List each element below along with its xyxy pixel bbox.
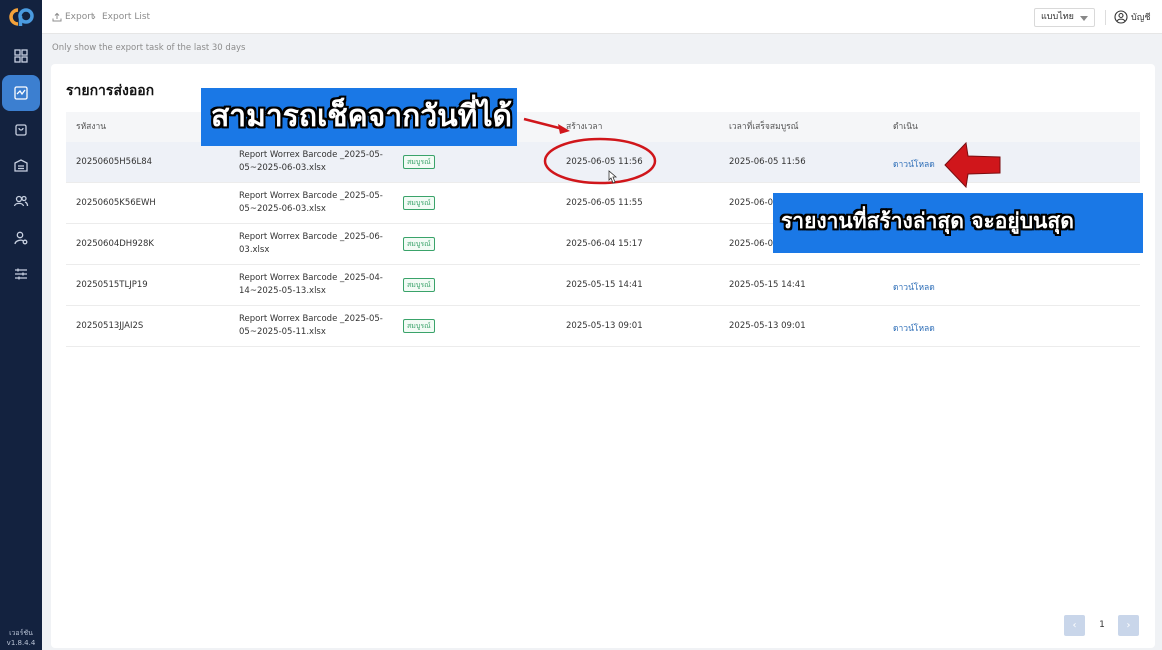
nav-warehouse[interactable]: [2, 147, 40, 183]
users-icon: [13, 195, 29, 207]
download-link[interactable]: ดาวน์โหลด: [893, 280, 935, 294]
column-action: ดำเนิน: [893, 122, 918, 132]
nav-export[interactable]: [2, 75, 40, 111]
download-link[interactable]: ดาวน์โหลด: [893, 321, 935, 335]
account-label: บัญชี: [1131, 13, 1151, 23]
top-header: Export › Export List แบบไทย บัญชี: [42, 0, 1162, 34]
task-id: 20250515TLJP19: [76, 280, 148, 290]
breadcrumb-export-list[interactable]: Export List: [102, 0, 150, 34]
status-badge: สมบูรณ์: [403, 278, 435, 292]
version-number: v1.8.4.4: [6, 639, 36, 647]
task-id: 20250513JJAI2S: [76, 321, 144, 331]
nav-customers[interactable]: [2, 183, 40, 219]
chevron-right-icon: ›: [92, 11, 96, 23]
created-time: 2025-05-13 09:01: [566, 321, 643, 331]
export-icon: [52, 12, 62, 22]
status-badge: สมบูรณ์: [403, 237, 435, 251]
bag-icon: [15, 124, 27, 136]
header-divider: [1105, 10, 1106, 25]
file-name: Report Worrex Barcode _2025-05-05~2025-0…: [239, 314, 383, 337]
file-name: Report Worrex Barcode _2025-06-03.xlsx: [239, 232, 383, 255]
nav-dashboard[interactable]: [2, 38, 40, 74]
user-circle-icon: [1114, 10, 1128, 24]
created-time: 2025-06-04 15:17: [566, 239, 643, 249]
pagination-current-page[interactable]: 1: [1095, 615, 1109, 636]
export-list-card: รายการส่งออก รหัสงาน สร้างเวลา เวลาที่เส…: [51, 64, 1155, 648]
dashboard-icon: [14, 49, 28, 63]
export-note: Only show the export task of the last 30…: [52, 43, 246, 53]
task-id: 20250605K56EWH: [76, 198, 156, 208]
completed-time: 2025-06-05 11:56: [729, 157, 806, 167]
table-row: 20250513JJAI2S Report Worrex Barcode _20…: [66, 306, 1140, 347]
column-created-time: สร้างเวลา: [566, 122, 603, 132]
file-name: Report Worrex Barcode _2025-05-05~2025-0…: [239, 191, 383, 214]
breadcrumb-export[interactable]: Export: [52, 0, 94, 34]
created-time: 2025-06-05 11:55: [566, 198, 643, 208]
status-badge: สมบูรณ์: [403, 319, 435, 333]
task-id: 20250605H56L84: [76, 157, 153, 167]
pagination-next-button[interactable]: ›: [1118, 615, 1139, 636]
table-row: 20250515TLJP19 Report Worrex Barcode _20…: [66, 265, 1140, 306]
account-menu[interactable]: บัญชี: [1114, 0, 1151, 34]
completed-time: 2025-06-05: [729, 198, 779, 208]
pagination-prev-button[interactable]: ‹: [1064, 615, 1085, 636]
nav-orders[interactable]: [2, 111, 40, 147]
annotation-callout-date: สามารถเช็คจากวันที่ได้: [201, 88, 517, 146]
completed-time: 2025-06-04: [729, 239, 779, 249]
app-logo[interactable]: [6, 6, 36, 28]
annotation-callout-latest-on-top: รายงานที่สร้างล่าสุด จะอยู่บนสุด: [773, 193, 1143, 253]
nav-settings[interactable]: [2, 256, 40, 292]
file-name: Report Worrex Barcode _2025-05-05~2025-0…: [239, 150, 383, 173]
version-label: เวอร์ชัน: [9, 629, 33, 637]
completed-time: 2025-05-13 09:01: [729, 321, 806, 331]
version-info: เวอร์ชัน v1.8.4.4: [0, 628, 42, 648]
status-badge: สมบูรณ์: [403, 196, 435, 210]
sliders-icon: [15, 268, 27, 280]
warehouse-icon: [14, 159, 28, 172]
language-value: แบบไทย: [1041, 12, 1074, 22]
user-settings-icon: [14, 231, 28, 245]
table-row: 20250605H56L84 Report Worrex Barcode _20…: [66, 142, 1140, 183]
caret-down-icon: [1080, 16, 1088, 21]
export-icon: [14, 86, 28, 100]
column-completed-time: เวลาที่เสร็จสมบูรณ์: [729, 122, 799, 132]
breadcrumb-export-label: Export: [65, 12, 95, 22]
sidebar: เวอร์ชัน v1.8.4.4: [0, 0, 42, 650]
created-time: 2025-06-05 11:56: [566, 157, 643, 167]
download-link[interactable]: ดาวน์โหลด: [893, 157, 935, 171]
language-select[interactable]: แบบไทย: [1034, 8, 1095, 27]
nav-accounts[interactable]: [2, 220, 40, 256]
task-id: 20250604DH928K: [76, 239, 154, 249]
page-title: รายการส่งออก: [66, 83, 155, 99]
column-task-id: รหัสงาน: [76, 122, 107, 132]
status-badge: สมบูรณ์: [403, 155, 435, 169]
completed-time: 2025-05-15 14:41: [729, 280, 806, 290]
created-time: 2025-05-15 14:41: [566, 280, 643, 290]
file-name: Report Worrex Barcode _2025-04-14~2025-0…: [239, 273, 383, 296]
